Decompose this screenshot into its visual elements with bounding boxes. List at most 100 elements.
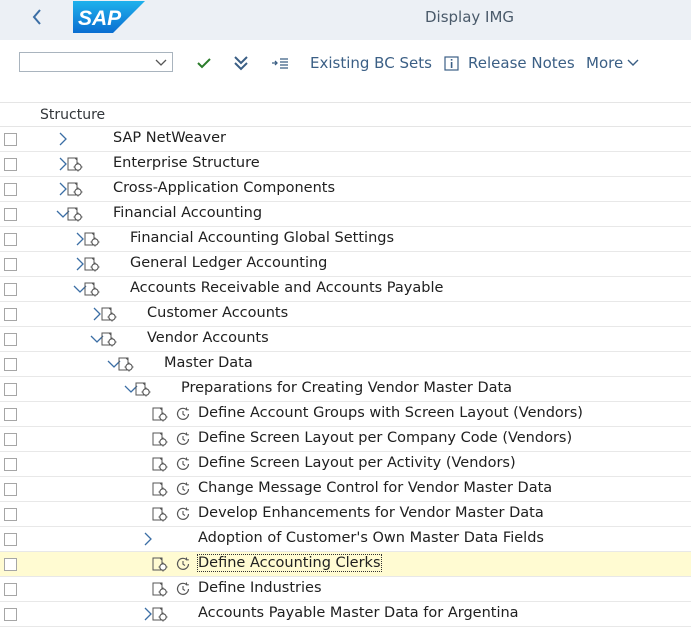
execute-activity-icon[interactable] <box>175 406 191 422</box>
img-node-icon <box>101 306 117 322</box>
tree-node-label[interactable]: Develop Enhancements for Vendor Master D… <box>198 505 544 521</box>
chevron-down-icon <box>155 59 167 66</box>
img-node-icon <box>152 481 168 497</box>
existing-bc-sets-button[interactable]: Existing BC Sets <box>310 52 432 74</box>
tree-node-label[interactable]: Change Message Control for Vendor Master… <box>198 480 552 496</box>
img-node-icon <box>84 281 100 297</box>
tree-node-label[interactable]: Accounts Receivable and Accounts Payable <box>130 280 443 296</box>
img-node-icon <box>152 456 168 472</box>
tree-node-label[interactable]: Master Data <box>164 355 253 371</box>
row-checkbox[interactable] <box>4 283 17 296</box>
row-checkbox[interactable] <box>4 183 17 196</box>
row-checkbox[interactable] <box>4 233 17 246</box>
existing-bc-sets-label: Existing BC Sets <box>310 54 432 72</box>
tree-row[interactable]: Financial Accounting <box>0 202 691 227</box>
tree-node-label[interactable]: Customer Accounts <box>147 305 288 321</box>
tree-row[interactable]: Vendor Accounts <box>0 327 691 352</box>
row-checkbox[interactable] <box>4 533 17 546</box>
tree-row[interactable]: Define Screen Layout per Company Code (V… <box>0 427 691 452</box>
tree-row[interactable]: Accounts Receivable and Accounts Payable <box>0 277 691 302</box>
tree-node-label[interactable]: Define Screen Layout per Activity (Vendo… <box>198 455 516 471</box>
more-menu-button[interactable]: More <box>586 52 640 74</box>
tree-node-label[interactable]: Financial Accounting <box>113 205 262 221</box>
indent-list-icon <box>272 58 288 69</box>
row-checkbox[interactable] <box>4 208 17 221</box>
execute-activity-icon[interactable] <box>175 581 191 597</box>
row-checkbox[interactable] <box>4 433 17 446</box>
tree-node-label[interactable]: Define Account Groups with Screen Layout… <box>198 405 583 421</box>
tree-row[interactable]: Financial Accounting Global Settings <box>0 227 691 252</box>
row-checkbox[interactable] <box>4 408 17 421</box>
execute-activity-icon[interactable] <box>175 481 191 497</box>
img-node-icon <box>152 431 168 447</box>
expand-toggle[interactable] <box>56 131 70 147</box>
release-notes-button[interactable]: Release Notes <box>444 52 575 74</box>
tree-row[interactable]: Cross-Application Components <box>0 177 691 202</box>
shell-bar: SAP Display IMG <box>0 0 691 40</box>
tree-node-label[interactable]: Cross-Application Components <box>113 180 335 196</box>
tree-row[interactable]: Define Screen Layout per Activity (Vendo… <box>0 452 691 477</box>
release-notes-label: Release Notes <box>468 54 575 72</box>
chevron-right-icon <box>144 532 152 546</box>
tree-node-label[interactable]: SAP NetWeaver <box>113 130 226 146</box>
img-node-icon <box>67 156 83 172</box>
tree-node-label[interactable]: Accounts Payable Master Data for Argenti… <box>198 605 519 621</box>
row-checkbox[interactable] <box>4 558 17 571</box>
expand-toggle[interactable] <box>141 531 155 547</box>
img-node-icon <box>152 581 168 597</box>
confirm-button[interactable] <box>196 52 212 74</box>
row-checkbox[interactable] <box>4 508 17 521</box>
svg-text:SAP: SAP <box>78 7 122 30</box>
row-checkbox[interactable] <box>4 308 17 321</box>
indent-button[interactable] <box>271 52 289 74</box>
tree-node-label[interactable]: Enterprise Structure <box>113 155 260 171</box>
row-checkbox[interactable] <box>4 583 17 596</box>
tree-row[interactable]: Define Account Groups with Screen Layout… <box>0 402 691 427</box>
row-checkbox[interactable] <box>4 383 17 396</box>
expand-all-button[interactable] <box>233 52 249 74</box>
tree-row[interactable]: Accounts Payable Master Data for Argenti… <box>0 602 691 627</box>
row-checkbox[interactable] <box>4 608 17 621</box>
command-select[interactable] <box>19 52 173 72</box>
tree-row[interactable]: Master Data <box>0 352 691 377</box>
execute-activity-icon[interactable] <box>175 431 191 447</box>
img-node-icon <box>152 606 168 622</box>
tree-node-label[interactable]: Define Industries <box>198 580 322 596</box>
img-node-icon <box>152 406 168 422</box>
execute-activity-icon[interactable] <box>175 456 191 472</box>
tree-node-label[interactable]: General Ledger Accounting <box>130 255 327 271</box>
tree-row[interactable]: Adoption of Customer's Own Master Data F… <box>0 527 691 552</box>
row-checkbox[interactable] <box>4 258 17 271</box>
tree-node-label[interactable]: Define Accounting Clerks <box>197 554 382 572</box>
tree-node-label[interactable]: Vendor Accounts <box>147 330 269 346</box>
tree-row[interactable]: Change Message Control for Vendor Master… <box>0 477 691 502</box>
execute-activity-icon[interactable] <box>175 506 191 522</box>
row-checkbox[interactable] <box>4 133 17 146</box>
row-checkbox[interactable] <box>4 458 17 471</box>
info-icon <box>444 55 459 71</box>
tree-node-label[interactable]: Financial Accounting Global Settings <box>130 230 394 246</box>
tree-row[interactable]: General Ledger Accounting <box>0 252 691 277</box>
back-button[interactable] <box>26 6 48 28</box>
execute-activity-icon[interactable] <box>175 556 191 572</box>
tree-node-label[interactable]: Preparations for Creating Vendor Master … <box>181 380 512 396</box>
tree-row[interactable]: Preparations for Creating Vendor Master … <box>0 377 691 402</box>
more-label: More <box>586 54 624 72</box>
tree-row[interactable]: Develop Enhancements for Vendor Master D… <box>0 502 691 527</box>
tree-row[interactable]: Define Accounting Clerks <box>0 552 691 577</box>
row-checkbox[interactable] <box>4 483 17 496</box>
tree-node-label[interactable]: Adoption of Customer's Own Master Data F… <box>198 530 544 546</box>
tree-row[interactable]: SAP NetWeaver <box>0 127 691 152</box>
tree-row[interactable]: Enterprise Structure <box>0 152 691 177</box>
row-checkbox[interactable] <box>4 333 17 346</box>
column-header-structure[interactable]: Structure <box>40 107 105 123</box>
img-node-icon <box>118 356 134 372</box>
row-checkbox[interactable] <box>4 158 17 171</box>
row-checkbox[interactable] <box>4 358 17 371</box>
tree-row[interactable]: Customer Accounts <box>0 302 691 327</box>
tree-node-label[interactable]: Define Screen Layout per Company Code (V… <box>198 430 572 446</box>
tree-row[interactable]: Define Industries <box>0 577 691 602</box>
double-chevron-down-icon <box>234 56 248 71</box>
img-node-icon <box>67 206 83 222</box>
grid-header: Structure <box>0 102 691 127</box>
